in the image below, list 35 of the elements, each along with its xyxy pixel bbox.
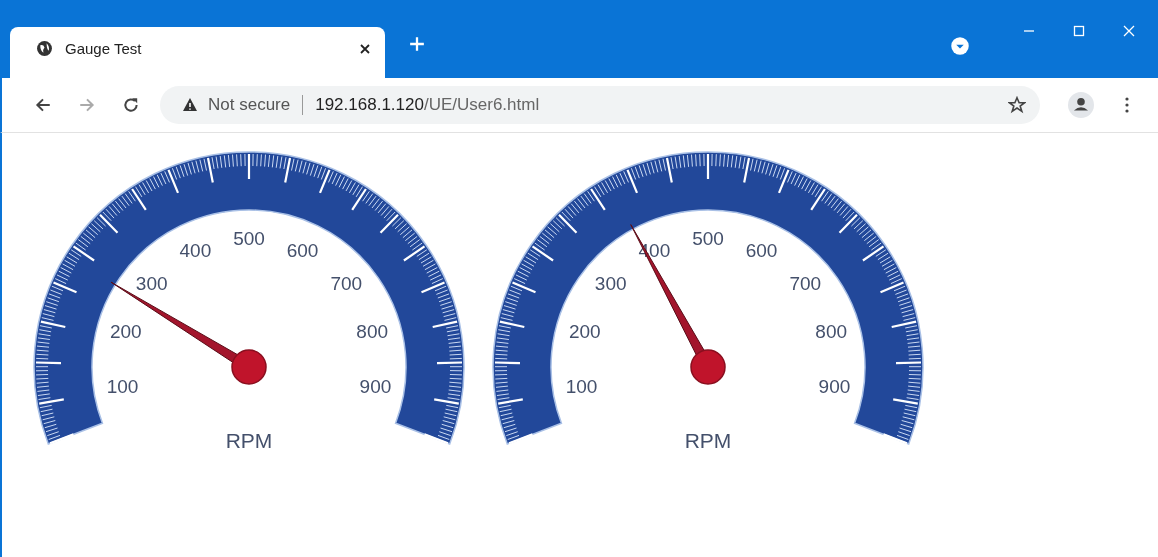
profile-icon[interactable]: [1068, 92, 1094, 118]
scale-label: 500: [233, 228, 265, 249]
maximize-icon[interactable]: [1072, 24, 1086, 38]
warning-icon: [182, 97, 198, 113]
new-tab-icon[interactable]: [409, 36, 425, 52]
scale-label: 300: [594, 272, 627, 294]
back-icon[interactable]: [34, 96, 52, 114]
globe-icon: [36, 40, 53, 57]
scale-label: 500: [692, 228, 724, 249]
url-text: 192.168.1.120/UE/User6.html: [315, 95, 540, 115]
scale-label: 600: [745, 239, 778, 261]
scale-label: 400: [179, 239, 212, 261]
address-bar[interactable]: Not secure 192.168.1.120/UE/User6.html: [160, 86, 1040, 124]
tab-search-icon[interactable]: [950, 36, 970, 56]
security-label[interactable]: Not secure: [208, 95, 291, 115]
unit-label: RPM: [225, 429, 273, 452]
menu-icon[interactable]: [1124, 96, 1130, 114]
scale-label: 600: [286, 239, 319, 261]
star-icon[interactable]: [1008, 96, 1026, 114]
close-icon[interactable]: [359, 42, 371, 55]
scale-label: 200: [568, 321, 601, 343]
reload-icon[interactable]: [122, 96, 140, 114]
scale-label: 700: [330, 272, 363, 294]
scale-label: 100: [106, 376, 139, 397]
browser-tab[interactable]: Gauge Test: [10, 27, 385, 78]
scale-label: 800: [815, 321, 848, 343]
scale-label: 800: [356, 321, 389, 343]
scale-label: 900: [359, 376, 392, 397]
scale-label: 700: [789, 272, 822, 294]
scale-label: 900: [818, 376, 851, 397]
scale-label: 200: [109, 321, 142, 343]
tab-title: Gauge Test: [65, 40, 143, 57]
unit-label: RPM: [684, 429, 732, 452]
scale-label: 100: [565, 376, 598, 397]
scale-label: 300: [135, 272, 168, 294]
